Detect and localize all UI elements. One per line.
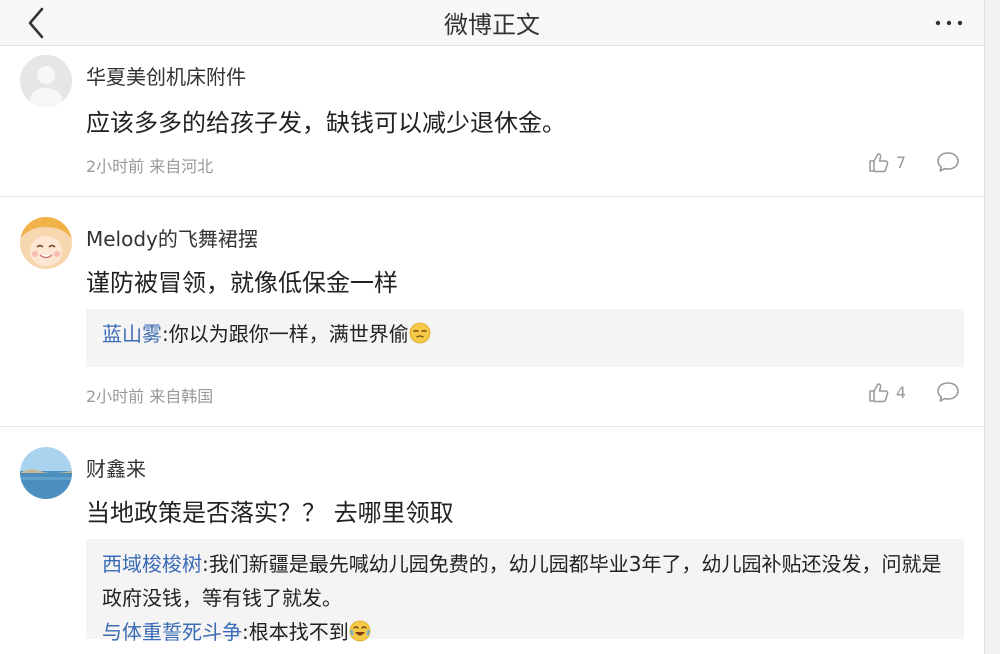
default-avatar-icon — [20, 55, 72, 107]
comment-meta: 2小时前 来自韩国 — [86, 387, 214, 406]
thumbs-up-icon — [869, 383, 889, 403]
reply-username[interactable]: 蓝山雾 — [102, 322, 162, 346]
comment-bubble-icon[interactable] — [936, 151, 960, 173]
reply-box: 西域梭梭树:我们新疆是最先喊幼儿园免费的，幼儿园都毕业3年了，幼儿园补贴还没发，… — [86, 539, 964, 644]
more-button[interactable] — [932, 6, 966, 40]
scrollbar[interactable] — [984, 0, 1000, 654]
comment-username[interactable]: 财鑫来 — [86, 453, 146, 482]
sleepy-face-emoji — [409, 322, 431, 344]
comment-username[interactable]: 华夏美创机床附件 — [86, 61, 246, 90]
comment-bubble-icon[interactable] — [936, 381, 960, 403]
more-options-icon — [935, 20, 963, 26]
avatar[interactable] — [20, 217, 72, 269]
comment-actions: 4 — [868, 381, 960, 403]
comment-actions: 7 — [868, 151, 960, 173]
reply-item: 西域梭梭树:我们新疆是最先喊幼儿园免费的，幼儿园都毕业3年了，幼儿园补贴还没发，… — [102, 547, 948, 615]
comment-text: 应该多多的给孩子发，缺钱可以减少退休金。 — [86, 109, 566, 137]
page-title: 微博正文 — [444, 11, 540, 39]
reply-text: :你以为跟你一样，满世界偷 — [162, 322, 409, 346]
reply-username[interactable]: 西域梭梭树 — [102, 552, 202, 576]
comment-list: 华夏美创机床附件 应该多多的给孩子发，缺钱可以减少退休金。 2小时前 来自河北 … — [0, 47, 984, 654]
top-nav-bar: 微博正文 — [0, 0, 984, 46]
comment-item: Melody的飞舞裙摆 谨防被冒领，就像低保金一样 蓝山雾:你以为跟你一样，满世… — [0, 197, 984, 427]
reply-item: 与体重誓死斗争:根本找不到 — [102, 615, 948, 649]
reply-username[interactable]: 与体重誓死斗争 — [102, 620, 242, 644]
landscape-avatar-icon — [20, 447, 72, 499]
avatar[interactable] — [20, 55, 72, 107]
comment-text: 当地政策是否落实？？ 去哪里领取 — [86, 499, 454, 527]
comment-item: 财鑫来 当地政策是否落实？？ 去哪里领取 西域梭梭树:我们新疆是最先喊幼儿园免费… — [0, 427, 984, 654]
like-count: 7 — [895, 152, 906, 172]
reply-text: :根本找不到 — [242, 620, 349, 644]
reply-text: :我们新疆是最先喊幼儿园免费的，幼儿园都毕业3年了，幼儿园补贴还没发，问就是政府… — [102, 552, 942, 610]
like-button[interactable]: 7 — [868, 151, 906, 173]
comment-item: 华夏美创机床附件 应该多多的给孩子发，缺钱可以减少退休金。 2小时前 来自河北 … — [0, 47, 984, 197]
thumbs-up-icon — [869, 153, 889, 173]
avatar[interactable] — [20, 447, 72, 499]
comment-meta: 2小时前 来自河北 — [86, 157, 214, 176]
laughing-tears-emoji — [349, 620, 371, 642]
comment-text: 谨防被冒领，就像低保金一样 — [86, 269, 398, 297]
comment-username[interactable]: Melody的飞舞裙摆 — [86, 223, 258, 252]
reply-item: 蓝山雾:你以为跟你一样，满世界偷 — [102, 317, 948, 351]
reply-box: 蓝山雾:你以为跟你一样，满世界偷 — [86, 309, 964, 367]
like-button[interactable]: 4 — [868, 381, 906, 403]
anime-avatar-icon — [20, 217, 72, 269]
like-count: 4 — [895, 382, 906, 402]
